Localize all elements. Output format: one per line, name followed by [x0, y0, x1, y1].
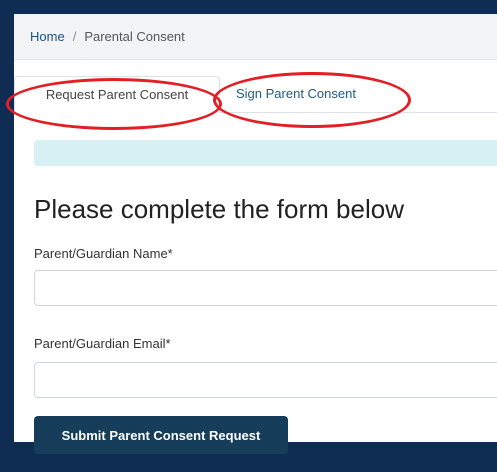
breadcrumb: Home / Parental Consent	[14, 14, 497, 60]
tab-sign-parent-consent[interactable]: Sign Parent Consent	[226, 76, 366, 112]
info-alert	[34, 140, 497, 166]
parent-name-label: Parent/Guardian Name*	[34, 246, 173, 261]
breadcrumb-separator: /	[72, 29, 77, 44]
parent-email-label: Parent/Guardian Email*	[34, 336, 171, 351]
breadcrumb-current: Parental Consent	[84, 29, 185, 44]
parent-email-input[interactable]	[34, 362, 497, 398]
parent-name-input[interactable]	[34, 270, 497, 306]
breadcrumb-home-link[interactable]: Home	[30, 29, 65, 44]
form-title: Please complete the form below	[34, 194, 404, 224]
tab-request-parent-consent[interactable]: Request Parent Consent	[14, 76, 220, 113]
tab-bar: Request Parent Consent Sign Parent Conse…	[14, 76, 497, 113]
content-panel: Home / Parental Consent Request Parent C…	[14, 14, 497, 454]
submit-parent-consent-button[interactable]: Submit Parent Consent Request	[34, 416, 288, 454]
